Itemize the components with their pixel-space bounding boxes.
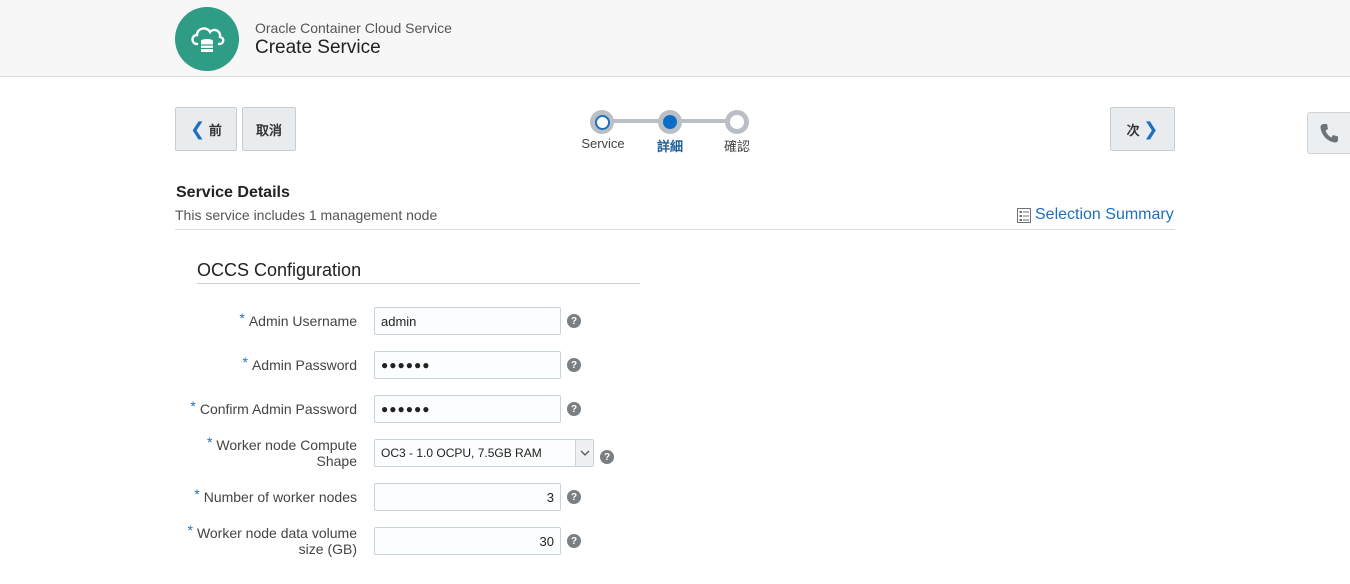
worker-nodes-label: * Number of worker nodes bbox=[194, 486, 357, 505]
required-marker: * bbox=[194, 486, 200, 502]
required-marker: * bbox=[239, 310, 245, 326]
required-marker: * bbox=[206, 434, 213, 450]
help-icon[interactable]: ? bbox=[567, 534, 581, 548]
train-connector bbox=[678, 119, 728, 123]
page-header: Oracle Container Cloud Service Create Se… bbox=[0, 0, 1350, 77]
app-subtitle: Oracle Container Cloud Service bbox=[255, 20, 452, 36]
cloud-database-icon bbox=[175, 7, 239, 71]
help-icon[interactable]: ? bbox=[600, 450, 614, 464]
selection-summary-label: Selection Summary bbox=[1035, 206, 1174, 223]
chevron-down-icon bbox=[575, 440, 593, 466]
admin-username-input[interactable]: admin bbox=[374, 307, 561, 335]
section-divider bbox=[175, 229, 1175, 230]
help-icon[interactable]: ? bbox=[567, 314, 581, 328]
section-description: This service includes 1 management node bbox=[175, 207, 438, 223]
previous-button[interactable]: ❮ 前 bbox=[175, 107, 237, 151]
page-title: Create Service bbox=[255, 37, 381, 58]
compute-shape-label: * Worker node Compute Shape bbox=[206, 434, 357, 469]
section-title: Service Details bbox=[176, 184, 290, 201]
admin-password-label: * Admin Password bbox=[242, 354, 358, 373]
train-step-details[interactable] bbox=[658, 110, 682, 134]
phone-icon bbox=[1320, 124, 1338, 143]
confirm-password-label: * Confirm Admin Password bbox=[190, 398, 357, 417]
worker-nodes-input[interactable]: 3 bbox=[374, 483, 561, 511]
admin-username-label: * Admin Username bbox=[239, 310, 357, 329]
help-icon[interactable]: ? bbox=[567, 358, 581, 372]
train-step-label: 詳細 bbox=[656, 139, 683, 154]
required-marker: * bbox=[190, 398, 196, 414]
train-step-confirm[interactable] bbox=[725, 110, 749, 134]
chevron-right-icon: ❯ bbox=[1143, 118, 1159, 139]
contact-phone-button[interactable] bbox=[1307, 112, 1350, 154]
compute-shape-value: OC3 - 1.0 OCPU, 7.5GB RAM bbox=[381, 446, 542, 460]
train-step-label: 確認 bbox=[723, 139, 750, 154]
confirm-password-input[interactable]: ●●●●●● bbox=[374, 395, 561, 423]
data-volume-size-input[interactable]: 30 bbox=[374, 527, 561, 555]
required-marker: * bbox=[242, 354, 248, 370]
help-icon[interactable]: ? bbox=[567, 490, 581, 504]
train-connector bbox=[610, 119, 660, 123]
next-button-label: 次 bbox=[1126, 122, 1140, 138]
next-button[interactable]: 次 ❯ bbox=[1110, 107, 1175, 151]
data-volume-size-label: * Worker node data volume size (GB) bbox=[187, 522, 357, 557]
compute-shape-select[interactable]: OC3 - 1.0 OCPU, 7.5GB RAM bbox=[374, 439, 594, 467]
chevron-left-icon: ❮ bbox=[190, 118, 206, 139]
previous-button-label: 前 bbox=[208, 122, 222, 138]
config-title: OCCS Configuration bbox=[197, 260, 362, 280]
cancel-button-label: 取消 bbox=[255, 122, 282, 138]
train-step-service[interactable] bbox=[590, 110, 614, 134]
config-divider bbox=[197, 283, 640, 284]
required-marker: * bbox=[187, 522, 193, 538]
cancel-button[interactable]: 取消 bbox=[242, 107, 296, 151]
admin-password-input[interactable]: ●●●●●● bbox=[374, 351, 561, 379]
train-step-label: Service bbox=[581, 136, 625, 151]
help-icon[interactable]: ? bbox=[567, 402, 581, 416]
checklist-icon bbox=[1017, 207, 1031, 223]
selection-summary-link[interactable]: Selection Summary bbox=[1017, 206, 1174, 224]
